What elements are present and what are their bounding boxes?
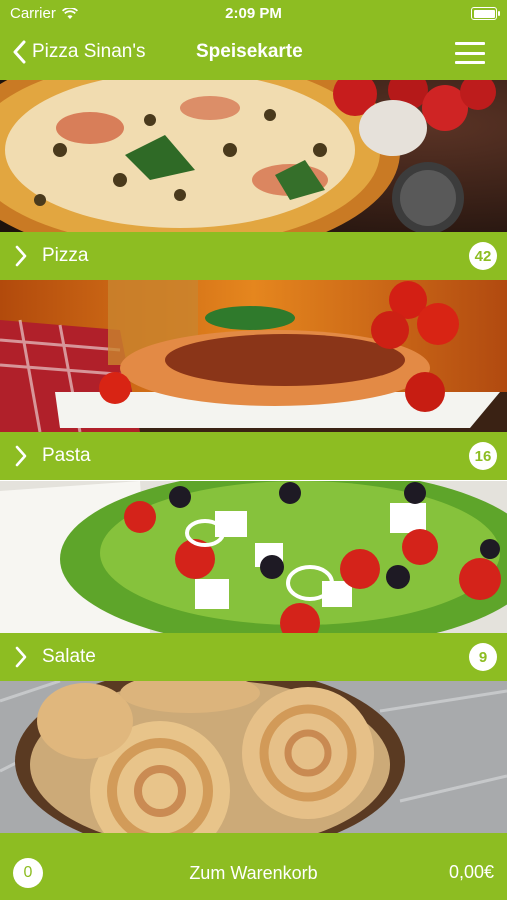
status-bar: Carrier 2:09 PM (0, 0, 507, 28)
category-name: Pizza (42, 245, 89, 266)
salad-image (0, 481, 507, 633)
chevron-right-icon (15, 646, 27, 668)
pasta-image (0, 280, 507, 432)
cart-button[interactable]: Zum Warenkorb (0, 863, 507, 884)
item-count-badge: 16 (469, 442, 497, 470)
back-button[interactable]: Pizza Sinan's (12, 40, 145, 64)
battery-icon (471, 7, 500, 20)
category-bar[interactable]: Pizza 42 (0, 232, 507, 280)
cart-total: 0,00€ (448, 862, 494, 882)
item-count-badge: 9 (469, 643, 497, 671)
chevron-left-icon (13, 40, 26, 64)
item-count-badge: 42 (469, 242, 497, 270)
category-bar[interactable]: Salate 9 (0, 633, 507, 681)
clock: 2:09 PM (225, 5, 282, 22)
page-title: Speisekarte (196, 41, 303, 62)
back-label: Pizza Sinan's (32, 41, 146, 62)
navigation-bar: Pizza Sinan's Speisekarte (0, 28, 507, 80)
rolls-image (0, 681, 507, 833)
category-name: Salate (42, 646, 96, 667)
category-name: Pasta (42, 445, 91, 466)
chevron-right-icon (15, 245, 27, 267)
chevron-right-icon (15, 445, 27, 467)
cart-bar[interactable]: 0 Zum Warenkorb 0,00€ (0, 845, 507, 900)
pizza-image (0, 80, 507, 232)
category-bar[interactable]: Pasta 16 (0, 432, 507, 480)
menu-icon[interactable] (455, 42, 485, 64)
